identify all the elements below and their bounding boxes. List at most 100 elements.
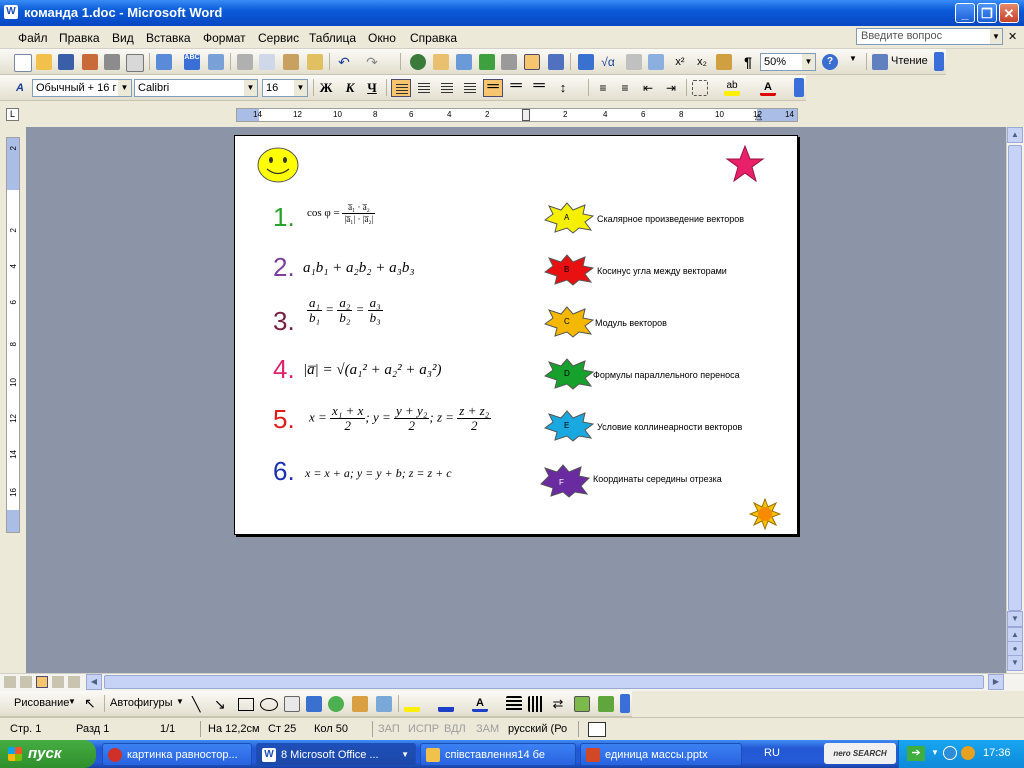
spelling-icon[interactable]: ABC — [184, 54, 200, 70]
superscript-icon[interactable]: x² — [672, 54, 688, 70]
rectangle-icon[interactable] — [238, 698, 254, 711]
close-button[interactable]: ✕ — [999, 3, 1019, 23]
new-document-icon[interactable] — [14, 54, 32, 72]
undo-icon[interactable]: ↶ — [336, 54, 352, 70]
zoom-page-icon[interactable] — [626, 54, 642, 70]
scroll-right-button[interactable]: ▶ — [988, 674, 1004, 690]
close-doc-icon[interactable]: ✕ — [1008, 30, 1017, 43]
line-style-icon[interactable] — [506, 696, 522, 712]
show-formatting-icon[interactable]: ¶ — [740, 54, 756, 70]
horizontal-scrollbar[interactable]: ◀ ▶ — [0, 673, 1024, 691]
align-center-button[interactable] — [414, 79, 434, 97]
menu-insert[interactable]: Вставка — [146, 31, 191, 45]
burst-f-icon[interactable] — [539, 464, 591, 498]
chevron-down-icon[interactable]: ▼ — [931, 748, 939, 757]
insert-wordart-icon[interactable] — [306, 696, 322, 712]
toolbar-options-icon[interactable]: ▼ — [845, 54, 861, 70]
shadow-icon[interactable] — [574, 696, 590, 712]
taskbar-item-folder[interactable]: співставлення14 бе — [420, 743, 576, 766]
italic-button[interactable]: К — [340, 79, 360, 97]
scroll-left-button[interactable]: ◀ — [86, 674, 102, 690]
align-left-button[interactable] — [391, 79, 411, 97]
research-icon[interactable] — [156, 54, 172, 70]
word-icon[interactable]: W — [4, 5, 18, 19]
align-right-button[interactable] — [437, 79, 457, 97]
select-objects-icon[interactable]: ↖ — [84, 695, 96, 712]
menu-format[interactable]: Формат — [203, 31, 246, 45]
status-track[interactable]: ИСПР — [408, 723, 439, 735]
restore-button[interactable]: ❐ — [977, 3, 997, 23]
numbering-icon[interactable]: ≡ — [595, 80, 611, 96]
update-icon[interactable] — [961, 746, 975, 760]
arrow-icon[interactable]: ↘ — [214, 696, 226, 713]
chevron-down-icon[interactable]: ▼ — [802, 54, 815, 70]
hyperlink-icon[interactable] — [410, 54, 426, 70]
bullets-icon[interactable]: ≡ — [617, 80, 633, 96]
cut-icon[interactable] — [237, 54, 253, 70]
wordart-icon[interactable] — [578, 54, 594, 70]
paste-icon[interactable] — [283, 54, 299, 70]
menu-view[interactable]: Вид — [112, 31, 134, 45]
font-size-select[interactable]: 16 ▼ — [262, 79, 308, 97]
permission-icon[interactable] — [82, 54, 98, 70]
underline-button[interactable]: Ч — [362, 79, 382, 97]
font-color-icon[interactable]: A — [760, 80, 776, 96]
toolbar-overflow-icon[interactable] — [620, 694, 630, 713]
fill-color-icon[interactable] — [404, 696, 420, 712]
web-view-icon[interactable] — [20, 676, 32, 688]
subscript-icon[interactable]: x₂ — [694, 54, 710, 70]
drawing-icon[interactable] — [524, 54, 540, 70]
chevron-down-icon[interactable]: ▼ — [118, 80, 131, 96]
insert-excel-icon[interactable] — [479, 54, 495, 70]
nero-search-box[interactable]: nero SEARCH — [824, 743, 896, 764]
menu-tools[interactable]: Сервис — [258, 31, 299, 45]
scroll-up-button[interactable]: ▲ — [1007, 127, 1023, 143]
help-question-box[interactable]: Введите вопрос ▼ — [856, 28, 1003, 45]
scroll-down-button[interactable]: ▼ — [1007, 611, 1023, 627]
toolbar-overflow-icon[interactable] — [794, 78, 804, 97]
menu-file[interactable]: Файл — [18, 31, 48, 45]
chevron-down-icon[interactable]: ▼ — [294, 80, 307, 96]
arrow-style-icon[interactable]: ⇄ — [550, 696, 566, 712]
line-spacing-icon[interactable]: ↕ — [555, 80, 571, 96]
start-button[interactable]: пуск — [0, 740, 96, 768]
dash-style-icon[interactable] — [528, 696, 544, 712]
font-select[interactable]: Calibri ▼ — [134, 79, 258, 97]
normal-view-icon[interactable] — [4, 676, 16, 688]
document-map-icon[interactable] — [548, 54, 564, 70]
print-layout-icon[interactable] — [36, 676, 48, 688]
highlight-icon[interactable]: ab — [724, 80, 740, 96]
text-box-icon[interactable] — [648, 54, 664, 70]
increase-indent-icon[interactable]: ⇥ — [663, 80, 679, 96]
taskbar-item-powerpoint[interactable]: единица массы.pptx — [580, 743, 742, 766]
chevron-down-icon[interactable]: ▼ — [990, 29, 1002, 44]
research-book-icon[interactable] — [208, 54, 224, 70]
chevron-down-icon[interactable]: ▼ — [176, 697, 184, 706]
vertical-scrollbar[interactable]: ▲ ▼ ▲ ● ▼ — [1006, 127, 1024, 673]
horizontal-ruler[interactable]: 14 12 10 8 6 4 2 2 4 6 8 10 12 14 △ — [236, 108, 798, 122]
format-painter-icon[interactable] — [307, 54, 323, 70]
h-scroll-thumb[interactable] — [104, 675, 984, 689]
tab-selector-icon[interactable]: L — [6, 108, 19, 121]
equation-icon[interactable]: √α — [600, 54, 616, 70]
status-rec[interactable]: ЗАП — [378, 723, 400, 735]
decrease-indent-icon[interactable]: ⇤ — [640, 80, 656, 96]
distributed-button[interactable]: ═ — [483, 79, 503, 97]
vertical-ruler[interactable]: 2 2 4 6 8 10 12 14 16 — [6, 137, 20, 533]
taskbar-item-office[interactable]: W 8 Microsoft Office ... ▼ — [256, 743, 416, 766]
outline-view-icon[interactable] — [52, 676, 64, 688]
toolbar-overflow-icon[interactable] — [934, 52, 944, 71]
menu-window[interactable]: Окно — [368, 31, 396, 45]
oval-icon[interactable] — [260, 698, 278, 711]
status-extend[interactable]: ВДЛ — [444, 723, 466, 735]
new-comment-icon[interactable] — [716, 54, 732, 70]
textbox-icon[interactable] — [284, 696, 300, 712]
zoom-select[interactable]: 50% ▼ — [760, 53, 816, 71]
next-page-button[interactable]: ▼ — [1007, 655, 1023, 671]
redo-icon[interactable]: ↷ — [364, 54, 380, 70]
indent-marker-icon[interactable] — [522, 109, 530, 121]
spelling-status-icon[interactable] — [588, 722, 606, 737]
justify-button[interactable] — [460, 79, 480, 97]
chevron-down-icon[interactable]: ▼ — [68, 697, 76, 706]
3d-icon[interactable] — [598, 696, 614, 712]
